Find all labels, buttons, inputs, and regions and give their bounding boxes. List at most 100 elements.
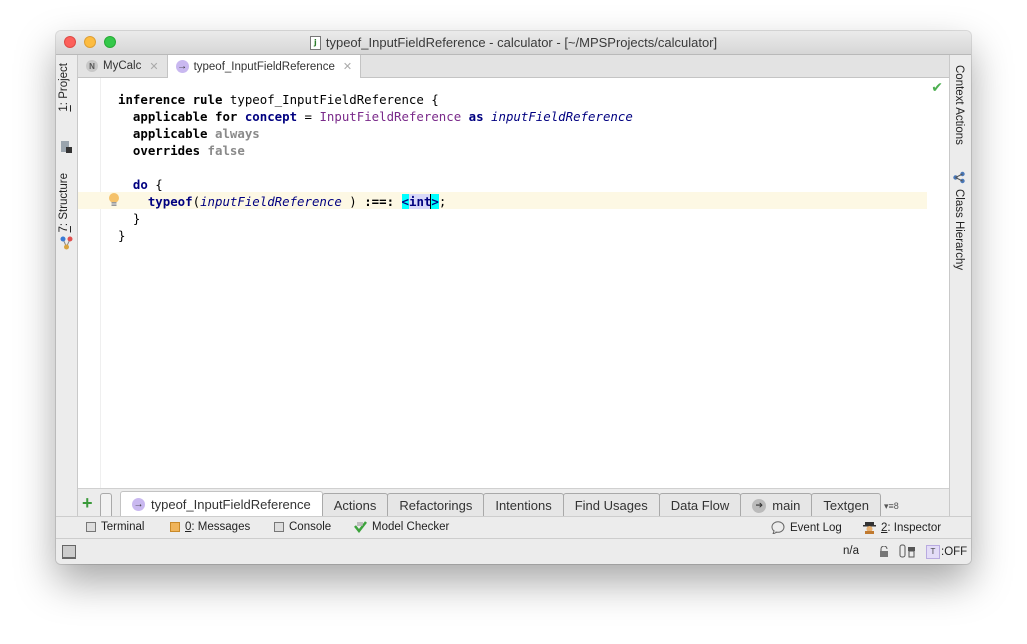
lock-icon[interactable] bbox=[879, 546, 889, 557]
keyword: inference rule bbox=[118, 92, 223, 107]
maximize-window-button[interactable] bbox=[104, 36, 116, 48]
minimize-window-button[interactable] bbox=[84, 36, 96, 48]
argument: inputFieldReference bbox=[200, 194, 342, 209]
console-icon bbox=[274, 522, 284, 532]
console-button[interactable]: Console bbox=[274, 521, 331, 533]
messages-icon bbox=[170, 522, 180, 532]
project-tab-num: 1 bbox=[58, 105, 70, 112]
code-line: } bbox=[118, 227, 633, 244]
memory-indicator-icon[interactable] bbox=[899, 544, 917, 558]
class-hierarchy-tool-tab[interactable]: Class Hierarchy bbox=[953, 171, 965, 270]
event-log-icon bbox=[771, 521, 785, 534]
close-tab-icon[interactable]: ✕ bbox=[343, 60, 352, 73]
more-tabs-button[interactable]: ▾≡8 bbox=[884, 501, 899, 512]
project-tool-tab[interactable]: 1: Project bbox=[58, 63, 70, 112]
aspect-tab-label: Data Flow bbox=[670, 498, 730, 513]
terminal-button[interactable]: Terminal bbox=[86, 521, 144, 533]
keyword: overrides bbox=[132, 143, 201, 158]
class-hierarchy-label: Class Hierarchy bbox=[953, 189, 965, 271]
inspector-button[interactable]: 2: Inspector bbox=[863, 521, 941, 534]
keyword: concept bbox=[244, 109, 298, 124]
status-bar: n/a T:OFF bbox=[56, 539, 971, 564]
t-state: :OFF bbox=[941, 546, 968, 559]
structure-icon bbox=[60, 236, 73, 250]
editor-tab-typeof[interactable]: → typeof_InputFieldReference ✕ bbox=[166, 55, 362, 78]
ide-window: j typeof_InputFieldReference - calculato… bbox=[56, 31, 971, 564]
rule-icon: → bbox=[132, 498, 145, 511]
file-icon: j bbox=[309, 35, 321, 50]
aspect-tab-refactorings[interactable]: Refactorings bbox=[387, 493, 485, 517]
keyword: applicable for bbox=[132, 109, 238, 124]
code-line: inference rule typeof_InputFieldReferenc… bbox=[118, 91, 633, 108]
editor-gutter bbox=[78, 78, 101, 488]
window-title: j typeof_InputFieldReference - calculato… bbox=[309, 35, 718, 50]
brace: } bbox=[118, 228, 126, 243]
terminal-label: Terminal bbox=[101, 521, 145, 533]
model-checker-button[interactable]: Model Checker bbox=[354, 521, 449, 533]
aspect-tab-blank[interactable] bbox=[100, 493, 112, 517]
aspect-tab-actions[interactable]: Actions bbox=[321, 493, 389, 517]
rule-name: typeof_InputFieldReference { bbox=[222, 92, 439, 107]
paren: ( bbox=[192, 194, 201, 209]
transient-mode-indicator[interactable]: T:OFF bbox=[926, 545, 967, 559]
code-line: typeof(inputFieldReference ) :==: <int>; bbox=[118, 193, 633, 210]
right-tool-strip: Context Actions Class Hierarchy bbox=[949, 55, 971, 516]
bracket-match: > bbox=[430, 194, 439, 209]
editor-tab-label: typeof_InputFieldReference bbox=[193, 60, 335, 73]
code-editor[interactable]: ✔ inference rule typeof_InputFieldRefere… bbox=[78, 78, 949, 488]
keyword: typeof bbox=[147, 194, 193, 209]
editor-tab-bar: N MyCalc ✕ → typeof_InputFieldReference … bbox=[78, 55, 949, 78]
title-bar: j typeof_InputFieldReference - calculato… bbox=[56, 31, 971, 55]
structure-tool-tab[interactable]: 7: Structure bbox=[58, 173, 70, 232]
aspect-tab-textgen[interactable]: Textgen bbox=[811, 493, 881, 517]
aspect-tab-main[interactable]: ➔ main bbox=[740, 493, 813, 517]
aspect-tab-find-usages[interactable]: Find Usages bbox=[562, 493, 660, 517]
brace: { bbox=[147, 177, 163, 192]
t-badge: T bbox=[926, 545, 940, 559]
aspect-tab-data-flow[interactable]: Data Flow bbox=[658, 493, 742, 517]
code-line: applicable for concept = InputFieldRefer… bbox=[118, 108, 633, 125]
aspect-tab-label: Intentions bbox=[495, 498, 552, 513]
semicolon: ; bbox=[438, 194, 447, 209]
concept-reference[interactable]: InputFieldReference bbox=[319, 109, 461, 124]
aspect-tab-main-rule[interactable]: → typeof_InputFieldReference bbox=[120, 491, 323, 517]
messages-button[interactable]: 0: Messages bbox=[170, 521, 250, 533]
aspect-tab-bar: + → typeof_InputFieldReference Actions R… bbox=[78, 488, 949, 517]
add-aspect-button[interactable]: + bbox=[82, 493, 100, 514]
rule-icon: → bbox=[175, 60, 189, 73]
window-title-text: typeof_InputFieldReference - calculator … bbox=[325, 35, 718, 50]
node-icon: N bbox=[86, 60, 98, 72]
keyword: do bbox=[132, 177, 148, 192]
code-content: inference rule typeof_InputFieldReferenc… bbox=[118, 91, 633, 244]
window-controls bbox=[64, 36, 116, 48]
aspect-tab-label: Actions bbox=[333, 498, 377, 513]
code-line: do { bbox=[118, 176, 633, 193]
keyword: as bbox=[468, 109, 484, 124]
caret-position: n/a bbox=[843, 545, 859, 557]
type-name[interactable]: in bbox=[409, 194, 424, 209]
code-line: } bbox=[118, 210, 633, 227]
context-actions-label: Context Actions bbox=[953, 65, 965, 145]
aspect-tab-label: Find Usages bbox=[574, 498, 648, 513]
paren: ) bbox=[341, 194, 365, 209]
console-label: Console bbox=[289, 521, 332, 533]
terminal-icon bbox=[86, 522, 96, 532]
aspect-tab-label: Textgen bbox=[823, 498, 869, 513]
messages-label: 0: Messages bbox=[185, 521, 250, 533]
folder-icon bbox=[61, 141, 72, 153]
close-tab-icon[interactable]: ✕ bbox=[149, 60, 158, 73]
left-tool-strip: 1: Project 7: Structure bbox=[56, 55, 78, 516]
alias-name: inputFieldReference bbox=[491, 109, 633, 124]
aspect-tab-label: main bbox=[772, 498, 801, 513]
editor-tab-mycalc[interactable]: N MyCalc ✕ bbox=[78, 55, 167, 77]
hierarchy-icon bbox=[953, 171, 965, 184]
close-window-button[interactable] bbox=[64, 36, 76, 48]
event-log-button[interactable]: Event Log bbox=[771, 521, 842, 534]
editor-tab-label: MyCalc bbox=[103, 60, 142, 72]
tool-windows-toggle-icon[interactable] bbox=[62, 545, 76, 559]
operator: :==: bbox=[364, 194, 395, 209]
context-actions-tool-tab[interactable]: Context Actions bbox=[953, 65, 965, 145]
code-line: overrides false bbox=[118, 142, 633, 159]
aspect-tab-intentions[interactable]: Intentions bbox=[483, 493, 564, 517]
